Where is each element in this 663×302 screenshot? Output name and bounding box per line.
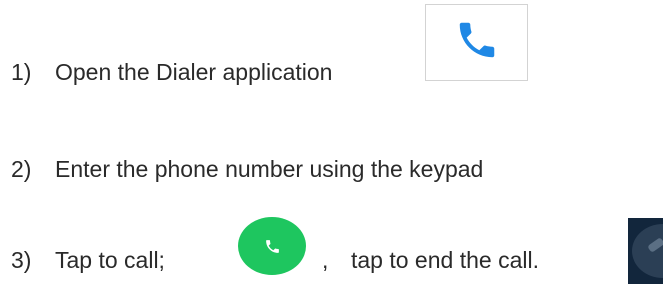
step-1: 1) Open the Dialer application <box>11 58 332 86</box>
step-number: 1) <box>11 59 32 85</box>
step-text-after: tap to end the call. <box>351 247 539 273</box>
step-3: 3) Tap to call; <box>11 246 165 274</box>
step-text-separator: , <box>322 247 329 273</box>
step-text: Enter the phone number using the keypad <box>55 156 484 182</box>
call-button[interactable] <box>238 217 306 275</box>
phone-icon <box>265 239 279 253</box>
step-text: Open the Dialer application <box>55 59 333 85</box>
end-call-button[interactable] <box>628 218 663 284</box>
dialer-app-icon[interactable] <box>425 4 528 81</box>
step-number: 2) <box>11 156 32 182</box>
step-2: 2) Enter the phone number using the keypa… <box>11 155 483 183</box>
step-text-before: Tap to call; <box>55 247 165 273</box>
phone-icon <box>459 22 494 58</box>
step-number: 3) <box>11 247 32 273</box>
